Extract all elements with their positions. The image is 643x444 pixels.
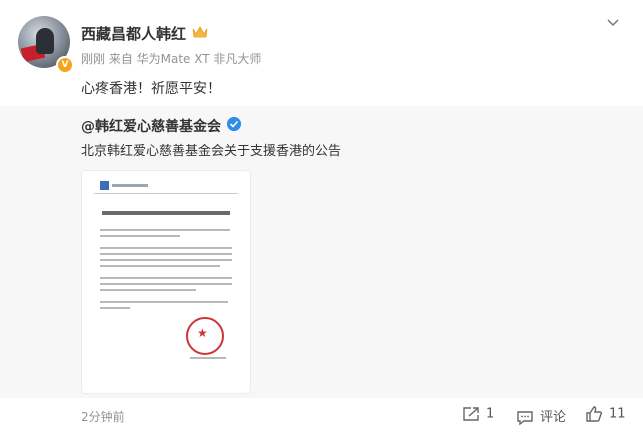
comment-icon [517,410,533,425]
chevron-down-icon[interactable] [606,16,620,30]
share-count: 1 [486,406,495,422]
repost-text: 北京韩红爱心慈善基金会关于支援香港的公告 [81,144,342,159]
post-time: 2分钟前 [81,410,125,424]
weibo-post-card: V 西藏昌都人韩红 刚刚 来自 华为Mate XT 非凡大师 心疼香港！祈愿平安… [0,0,643,444]
comment-label: 评论 [540,410,567,425]
repost-author[interactable]: @韩红爱心慈善基金会 [81,116,221,136]
share-button[interactable]: 1 [462,406,494,422]
seal-star-icon: ★ [197,326,208,340]
verified-icon [227,117,241,131]
doc-line [100,235,180,237]
like-button[interactable]: 11 [585,406,626,422]
doc-line [100,289,196,291]
doc-logo [100,181,109,190]
doc-line [100,247,232,249]
doc-logo-text [112,184,148,187]
author-name[interactable]: 西藏昌都人韩红 [81,23,186,44]
crown-icon [192,26,208,38]
doc-line [100,283,232,285]
doc-line [100,229,230,231]
avatar-figure [36,28,54,54]
post-text: 心疼香港！祈愿平安！ [81,81,221,97]
doc-line [190,357,226,359]
announcement-image[interactable]: ★ [81,170,251,394]
doc-divider [94,193,238,194]
doc-line [100,277,232,279]
doc-line [100,307,130,309]
doc-line [100,301,228,303]
like-icon [586,406,603,422]
doc-line [100,253,232,255]
doc-line [100,259,232,261]
comment-button[interactable]: 评论 [516,406,566,426]
share-icon [463,407,479,421]
post-meta: 刚刚 来自 华为Mate XT 非凡大师 [81,52,262,66]
verified-icon: V [56,56,74,74]
like-count: 11 [609,406,626,422]
doc-line [100,265,220,267]
doc-title [102,211,230,215]
